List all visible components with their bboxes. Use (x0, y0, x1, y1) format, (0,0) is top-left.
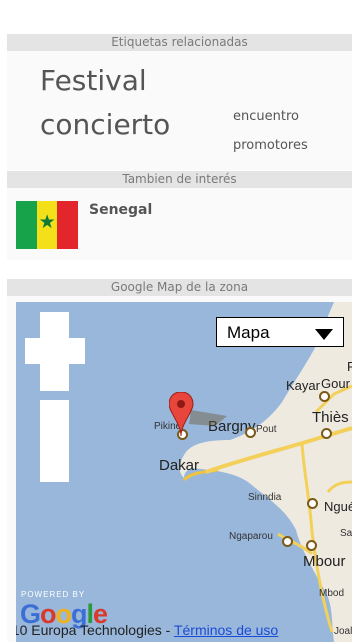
city-label: Mbour (303, 553, 346, 570)
tag-concierto[interactable]: concierto (40, 108, 170, 141)
city-label: Gour (321, 376, 350, 391)
town-dot (245, 427, 256, 438)
map-panel: Mapa Pi Kayar Gour Thiès Pikine Bargny P… (7, 296, 352, 642)
town-dot (319, 391, 330, 402)
town-dot (306, 540, 317, 551)
flag-star-icon: ★ (38, 211, 56, 233)
city-label: Joal (334, 626, 352, 637)
pan-control-bottom[interactable] (40, 364, 69, 391)
city-label: Dakar (159, 457, 200, 474)
tag-promotores[interactable]: promotores (233, 138, 308, 153)
tag-encuentro[interactable]: encuentro (233, 109, 299, 124)
city-label: Sa (340, 528, 352, 539)
town-dot (321, 428, 332, 439)
country-link[interactable]: Senegal (89, 202, 152, 218)
terms-of-use-link[interactable]: Términos de uso (174, 622, 278, 638)
powered-by-label: POWERED BY (21, 590, 86, 599)
location-marker-icon[interactable] (169, 392, 229, 442)
city-label: Ngué (324, 499, 352, 514)
city-label: Mbod (319, 588, 345, 599)
map-copyright: 010 Europa Technologies - Términos de us… (16, 622, 278, 638)
city-label: Thiès (312, 409, 349, 426)
zoom-slider[interactable] (40, 400, 69, 482)
map-type-select[interactable]: Mapa (216, 317, 344, 347)
pan-control[interactable] (40, 312, 69, 338)
town-dot (282, 536, 293, 547)
city-label: Pout (256, 424, 277, 435)
map-type-label: Mapa (227, 323, 270, 342)
town-dot (307, 498, 318, 509)
google-map[interactable]: Mapa Pi Kayar Gour Thiès Pikine Bargny P… (16, 302, 352, 642)
interest-header: Tambien de interés (7, 171, 352, 188)
related-tags-header: Etiquetas relacionadas (7, 34, 352, 51)
city-label: Sinndia (248, 492, 282, 503)
chevron-down-icon (315, 329, 333, 340)
tag-festival[interactable]: Festival (40, 64, 147, 97)
city-label: Ngaparou (229, 531, 273, 542)
related-tags-panel: Festival concierto encuentro promotores (7, 51, 352, 170)
city-label: Kayar (286, 378, 320, 393)
interest-panel: ★ Senegal (7, 188, 352, 260)
map-header: Google Map de la zona (7, 279, 352, 296)
copyright-text: 010 Europa Technologies - (16, 622, 174, 638)
pan-control-horizontal[interactable] (25, 338, 85, 364)
city-label: Pi (347, 359, 352, 374)
senegal-flag-icon[interactable]: ★ (16, 201, 79, 249)
